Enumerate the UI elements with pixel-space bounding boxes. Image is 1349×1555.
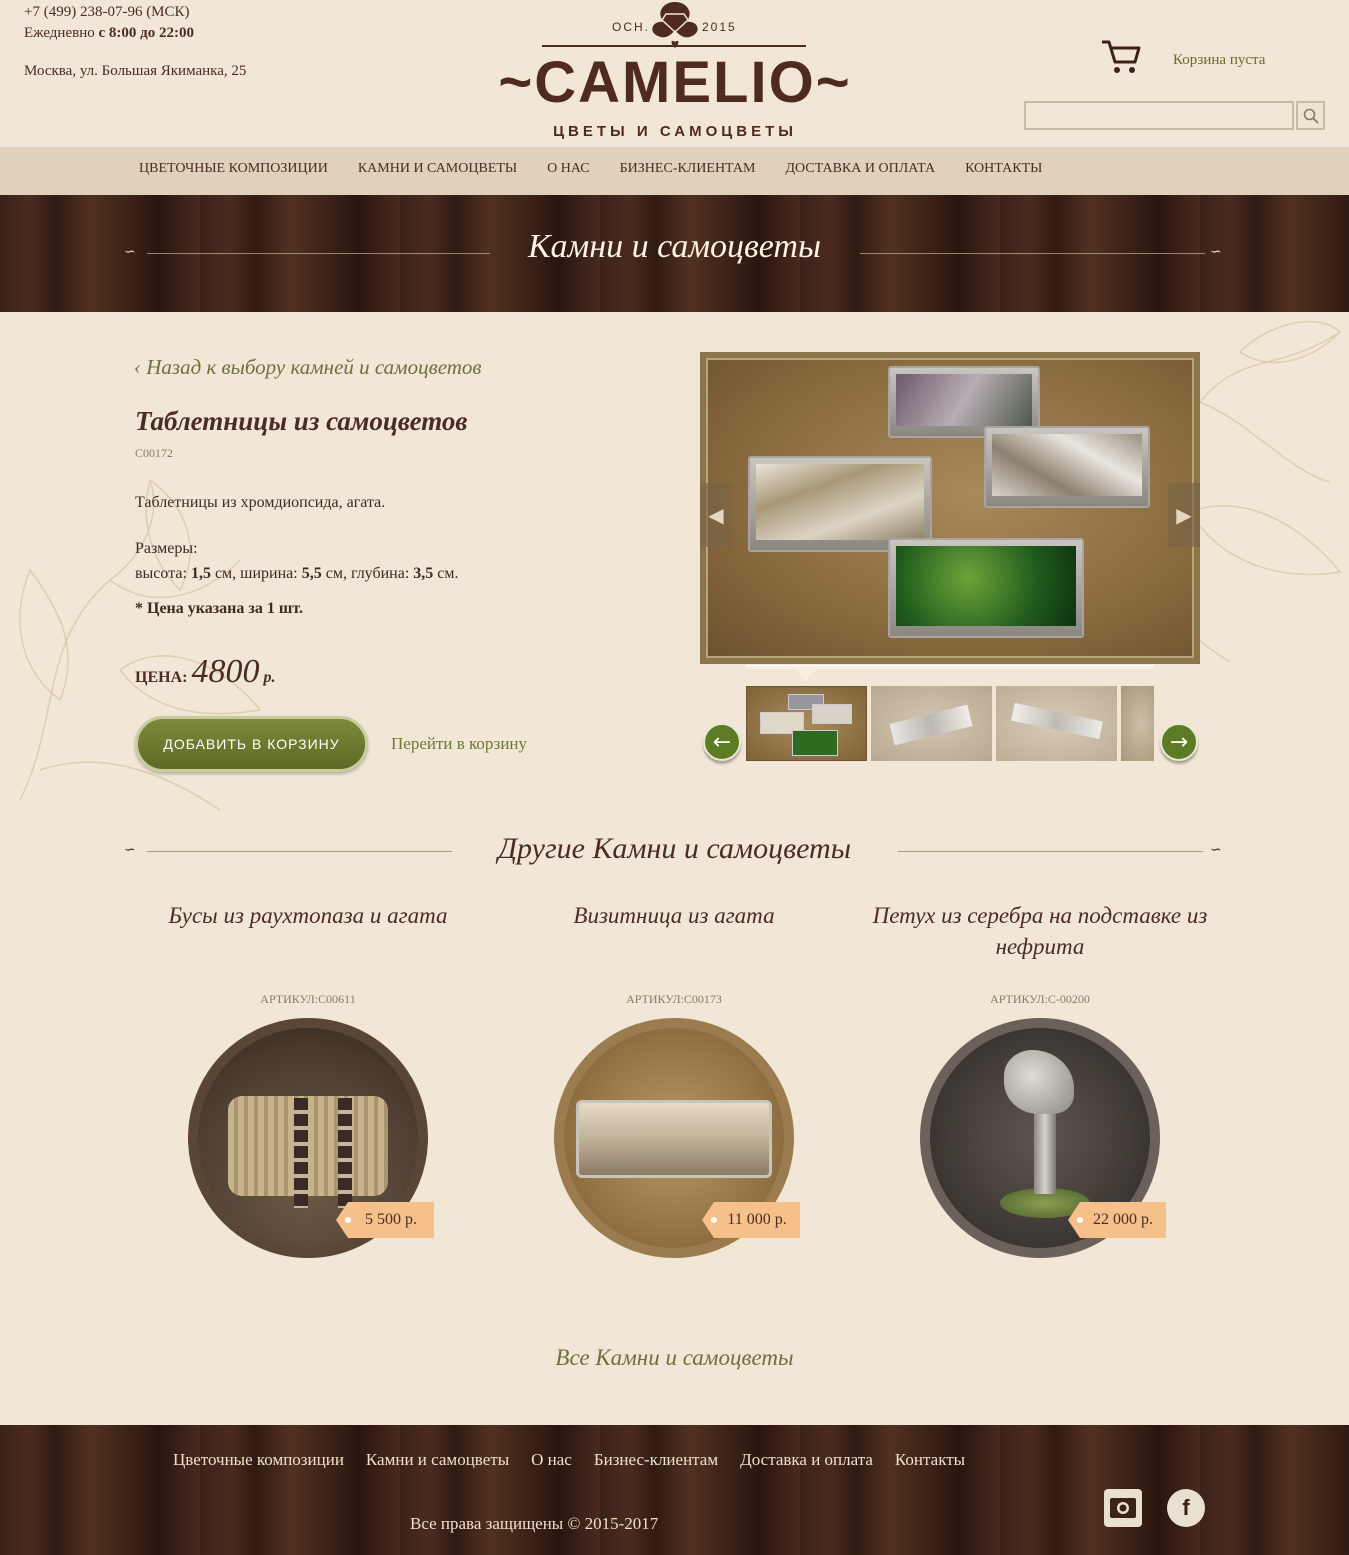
cart-icon[interactable] (1100, 38, 1142, 76)
logo-est-label: ОСН. (612, 20, 650, 34)
width-label: см, ширина: (210, 565, 302, 582)
footer-link-contacts[interactable]: Контакты (895, 1450, 965, 1470)
tag-hole (1077, 1217, 1083, 1223)
related-product-article: АРТИКУЛ:С00173 (626, 992, 722, 1006)
pillbox-image (984, 426, 1150, 508)
price-label: ЦЕНА: (135, 669, 192, 686)
go-to-cart-link[interactable]: Перейти в корзину (391, 734, 527, 754)
logo-rule (542, 45, 806, 47)
related-product-article: АРТИКУЛ:С-00200 (990, 992, 1090, 1006)
logo-name: ~CAMELIO~ (498, 50, 852, 115)
price-tag: 11 000 р. (702, 1202, 800, 1238)
related-product-card[interactable]: Визитница из агата АРТИКУЛ:С00173 11 000… (494, 900, 854, 1258)
pillbox-image (888, 538, 1084, 638)
copyright: Все права защищены © 2015-2017 (410, 1514, 659, 1533)
site-footer (0, 1425, 1349, 1555)
price-tag-value: 5 500 р. (365, 1211, 417, 1228)
hours-prefix: Ежедневно (24, 25, 99, 41)
facebook-icon[interactable]: f (1167, 1489, 1205, 1527)
site-logo[interactable]: ОСН. 2015 ~CAMELIO~ ЦВЕТЫ И САМОЦВЕТЫ (478, 0, 872, 147)
facebook-glyph: f (1182, 1495, 1190, 1520)
search-form (1024, 101, 1325, 130)
price-currency: р. (263, 669, 276, 686)
depth-value: 3,5 (413, 565, 434, 582)
phone-number[interactable]: +7 (499) 238-07-96 (МСК) (24, 2, 246, 23)
footer-link-business[interactable]: Бизнес-клиентам (594, 1450, 718, 1470)
search-button[interactable] (1296, 101, 1325, 130)
depth-label: см, глубина: (321, 565, 414, 582)
thumbs-prev-button[interactable]: ← (703, 723, 741, 761)
search-icon (1303, 108, 1319, 124)
related-section-title: Другие Камни и самоцветы (497, 832, 852, 865)
arrow-right-icon: → (1169, 729, 1189, 755)
width-value: 5,5 (301, 565, 322, 582)
related-product-name[interactable]: Бусы из раухтопаза и агата (128, 900, 488, 980)
main-nav: ЦВЕТОЧНЫЕ КОМПОЗИЦИИ КАМНИ И САМОЦВЕТЫ О… (0, 147, 1349, 195)
thumbnail-pointer (796, 669, 816, 681)
opening-hours: Ежедневно с 8:00 до 22:00 (24, 23, 246, 44)
cart-status[interactable]: Корзина пуста (1173, 52, 1265, 69)
footer-link-about[interactable]: О нас (531, 1450, 572, 1470)
camera-icon (1110, 1498, 1136, 1518)
address: Москва, ул. Большая Якиманка, 25 (24, 63, 247, 79)
footer-link-flowers[interactable]: Цветочные композиции (173, 1450, 344, 1470)
triangle-right-icon: ▶ (1176, 504, 1192, 527)
thumbnail[interactable] (871, 686, 992, 761)
price-value: 4800 (191, 653, 260, 690)
related-product-name[interactable]: Петух из серебра на подставке из нефрита (860, 900, 1220, 980)
sizes-values: высота: 1,5 см, ширина: 5,5 см, глубина:… (135, 561, 459, 586)
product-title: Таблетницы из самоцветов (135, 406, 468, 436)
height-value: 1,5 (190, 565, 211, 582)
triangle-left-icon: ◀ (708, 504, 724, 527)
footer-nav: Цветочные композиции Камни и самоцветы О… (173, 1450, 987, 1470)
site-header: +7 (499) 238-07-96 (МСК) Ежедневно с 8:0… (0, 0, 1349, 147)
thumbnail[interactable] (746, 686, 867, 761)
related-product-article: АРТИКУЛ:С00611 (260, 992, 356, 1006)
height-label: высота: (135, 565, 191, 582)
product-sizes: Размеры: высота: 1,5 см, ширина: 5,5 см,… (135, 536, 459, 586)
logo-est-year: 2015 (702, 20, 737, 34)
nav-item-flowers[interactable]: ЦВЕТОЧНЫЕ КОМПОЗИЦИИ (139, 161, 328, 177)
back-link[interactable]: ‹ Назад к выбору камней и самоцветов (134, 355, 482, 380)
hours-value: с 8:00 до 22:00 (98, 25, 194, 41)
thumbnail[interactable] (996, 686, 1117, 761)
related-product-card[interactable]: Петух из серебра на подставке из нефрита… (860, 900, 1220, 1258)
price-tag: 5 500 р. (336, 1202, 434, 1238)
nav-item-about[interactable]: О НАС (547, 161, 589, 177)
nav-item-stones[interactable]: КАМНИ И САМОЦВЕТЫ (358, 161, 517, 177)
add-to-cart-button[interactable]: ДОБАВИТЬ В КОРЗИНУ (135, 716, 368, 772)
price-tag-value: 22 000 р. (1093, 1211, 1153, 1228)
gallery-prev-button[interactable]: ◀ (700, 483, 732, 547)
instagram-icon[interactable] (1104, 1489, 1142, 1527)
price-tag: 22 000 р. (1068, 1202, 1166, 1238)
product-description: Таблетницы из хромдиопсида, агата. (135, 494, 386, 511)
nav-item-business[interactable]: БИЗНЕС-КЛИЕНТАМ (620, 161, 756, 177)
search-input[interactable] (1024, 101, 1294, 130)
arrow-left-icon: ← (712, 729, 732, 755)
footer-link-stones[interactable]: Камни и самоцветы (366, 1450, 509, 1470)
tag-hole (711, 1217, 717, 1223)
related-product-name[interactable]: Визитница из агата (494, 900, 854, 980)
thumbs-next-button[interactable]: → (1160, 723, 1198, 761)
size-unit: см. (433, 565, 459, 582)
sizes-label: Размеры: (135, 540, 198, 557)
price-note: * Цена указана за 1 шт. (135, 600, 303, 617)
thumbnail[interactable] (1121, 686, 1154, 761)
tag-hole (345, 1217, 351, 1223)
page-title: Камни и самоцветы (527, 228, 822, 265)
product-price: ЦЕНА: 4800 р. (135, 653, 275, 691)
price-tag-value: 11 000 р. (727, 1211, 787, 1228)
logo-subtitle: ЦВЕТЫ И САМОЦВЕТЫ (553, 123, 797, 140)
nav-item-delivery[interactable]: ДОСТАВКА И ОПЛАТА (785, 161, 935, 177)
nav-item-contacts[interactable]: КОНТАКТЫ (965, 161, 1042, 177)
gallery-main-image[interactable] (706, 358, 1194, 658)
product-sku: С00172 (135, 446, 174, 460)
thumbnail-strip (746, 686, 1154, 761)
related-product-card[interactable]: Бусы из раухтопаза и агата АРТИКУЛ:С0061… (128, 900, 488, 1258)
all-stones-link[interactable]: Все Камни и самоцветы (0, 1345, 1349, 1371)
footer-link-delivery[interactable]: Доставка и оплата (740, 1450, 873, 1470)
header-contacts: +7 (499) 238-07-96 (МСК) Ежедневно с 8:0… (24, 2, 246, 82)
gallery-next-button[interactable]: ▶ (1168, 483, 1200, 547)
product-gallery (700, 352, 1200, 664)
